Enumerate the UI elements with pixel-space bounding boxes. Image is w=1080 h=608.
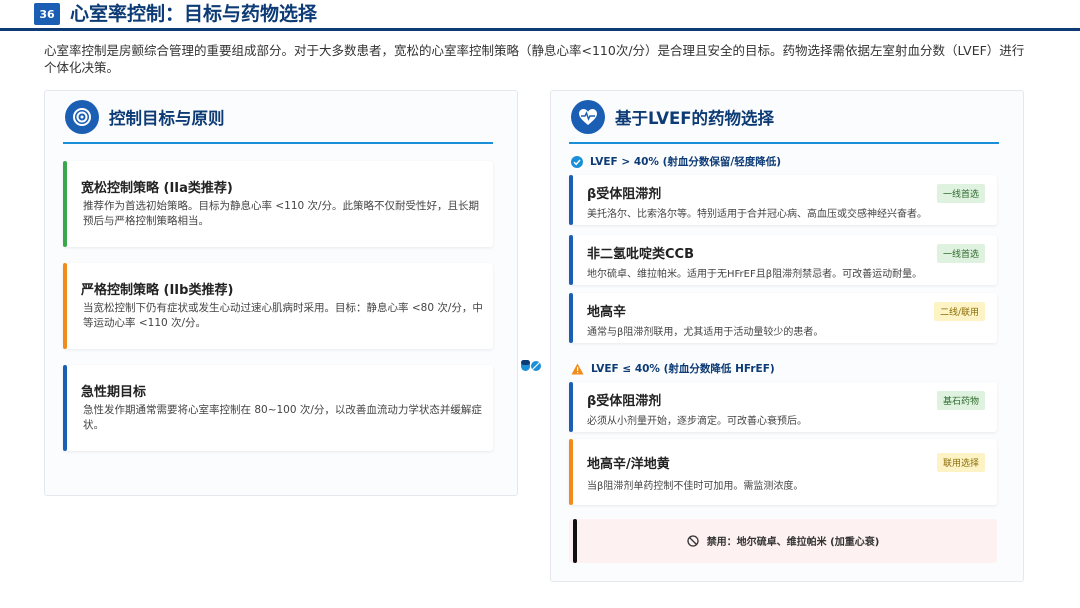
card-text: 推荐作为首选初始策略。目标为静息心率 <110 次/分。此策略不仅耐受性好，且长… [83, 200, 480, 227]
card-title: 严格控制策略 (IIb类推荐) [81, 283, 234, 298]
card-text: 美托洛尔、比索洛尔等。特别适用于合并冠心病、高血压或交感神经兴奋者。 [587, 209, 927, 220]
pill-icon [520, 357, 542, 376]
page-title: 心室率控制：目标与药物选择 [70, 3, 318, 25]
check-circle-icon [571, 155, 583, 168]
recommendation-badge: 一线首选 [936, 184, 985, 203]
contraindication-card: 禁用：地尔硫卓、维拉帕米 (加重心衰) [569, 519, 997, 563]
contraindication-text: 禁用：地尔硫卓、维拉帕米 (加重心衰) [706, 537, 880, 548]
section-label-text: LVEF ≤ 40% (射血分数降低 HFrEF) [591, 363, 775, 375]
card-accent-bar [63, 263, 67, 349]
drug-selection-panel: 基于LVEF的药物选择 LVEF > 40% (射血分数保留/轻度降低) β受体… [550, 90, 1024, 582]
page-number: 36 [34, 3, 60, 25]
lvef-above-40-label: LVEF > 40% (射血分数保留/轻度降低) [571, 154, 781, 169]
lvef-below-40-label: LVEF ≤ 40% (射血分数降低 HFrEF) [571, 361, 775, 376]
recommendation-badge: 二线/联用 [933, 302, 985, 321]
acute-phase-card: 急性期目标 急性发作期通常需要将心室率控制在 80~100 次/分，以改善血流动… [63, 365, 493, 451]
intro-paragraph: 心室率控制是房颤综合管理的重要组成部分。对于大多数患者，宽松的心室率控制策略（静… [44, 43, 1025, 75]
hfref-digoxin-card: 地高辛/洋地黄 当β阻滞剂单药控制不佳时可加用。需监测浓度。 联用选择 [569, 439, 997, 505]
card-text: 通常与β阻滞剂联用，尤其适用于活动量较少的患者。 [587, 327, 824, 338]
card-accent-bar [569, 235, 573, 285]
card-accent-bar [63, 365, 67, 451]
section-label-text: LVEF > 40% (射血分数保留/轻度降低) [590, 156, 782, 168]
hfref-beta-blocker-card: β受体阻滞剂 必须从小剂量开始，逐步滴定。可改善心衰预后。 基石药物 [569, 382, 997, 432]
recommendation-badge: 一线首选 [936, 244, 985, 263]
beta-blocker-card: β受体阻滞剂 美托洛尔、比索洛尔等。特别适用于合并冠心病、高血压或交感神经兴奋者… [569, 175, 997, 225]
recommendation-badge: 联用选择 [936, 453, 985, 472]
card-title: β受体阻滞剂 [587, 394, 662, 409]
card-text: 必须从小剂量开始，逐步滴定。可改善心衰预后。 [587, 416, 807, 427]
strict-control-card: 严格控制策略 (IIb类推荐) 当宽松控制下仍有症状或发生心动过速心肌病时采用。… [63, 263, 493, 349]
goals-panel: 控制目标与原则 宽松控制策略 (IIa类推荐) 推荐作为首选初始策略。目标为静息… [44, 90, 518, 496]
slide-header: 36 心室率控制：目标与药物选择 [0, 0, 1080, 31]
contraindication-text-row: 禁用：地尔硫卓、维拉帕米 (加重心衰) [569, 533, 997, 548]
digoxin-card: 地高辛 通常与β阻滞剂联用，尤其适用于活动量较少的患者。 二线/联用 [569, 293, 997, 343]
header-divider [0, 28, 1080, 31]
loose-control-card: 宽松控制策略 (IIa类推荐) 推荐作为首选初始策略。目标为静息心率 <110 … [63, 161, 493, 247]
drug-panel-divider [569, 142, 999, 144]
card-accent-bar [569, 293, 573, 343]
target-icon [65, 100, 99, 134]
drug-panel-title: 基于LVEF的药物选择 [615, 109, 775, 128]
goals-panel-header: 控制目标与原则 [65, 99, 225, 135]
card-text: 急性发作期通常需要将心室率控制在 80~100 次/分，以改善血流动力学状态并缓… [83, 404, 482, 431]
card-accent-bar [569, 175, 573, 225]
drug-panel-header: 基于LVEF的药物选择 [571, 99, 774, 135]
recommendation-badge: 基石药物 [936, 391, 985, 410]
card-accent-bar [569, 439, 573, 505]
card-title: 地高辛 [587, 305, 627, 320]
warning-triangle-icon [571, 363, 584, 375]
card-title: 急性期目标 [81, 385, 147, 400]
non-dhp-ccb-card: 非二氢吡啶类CCB 地尔硫卓、维拉帕米。适用于无HFrEF且β阻滞剂禁忌者。可改… [569, 235, 997, 285]
card-title: 宽松控制策略 (IIa类推荐) [81, 181, 233, 196]
card-accent-bar [569, 382, 573, 432]
card-text: 当宽松控制下仍有症状或发生心动过速心肌病时采用。目标：静息心率 <80 次/分，… [83, 302, 483, 329]
prohibited-icon [687, 534, 699, 547]
goals-panel-title: 控制目标与原则 [109, 109, 225, 128]
card-text: 地尔硫卓、维拉帕米。适用于无HFrEF且β阻滞剂禁忌者。可改善运动耐量。 [587, 269, 923, 280]
card-title: 地高辛/洋地黄 [587, 457, 670, 472]
card-text: 当β阻滞剂单药控制不佳时可加用。需监测浓度。 [587, 481, 804, 492]
card-accent-bar [63, 161, 67, 247]
goals-panel-divider [63, 142, 493, 144]
card-title: β受体阻滞剂 [587, 187, 662, 202]
heart-pulse-icon [571, 100, 605, 134]
card-title: 非二氢吡啶类CCB [587, 247, 694, 262]
